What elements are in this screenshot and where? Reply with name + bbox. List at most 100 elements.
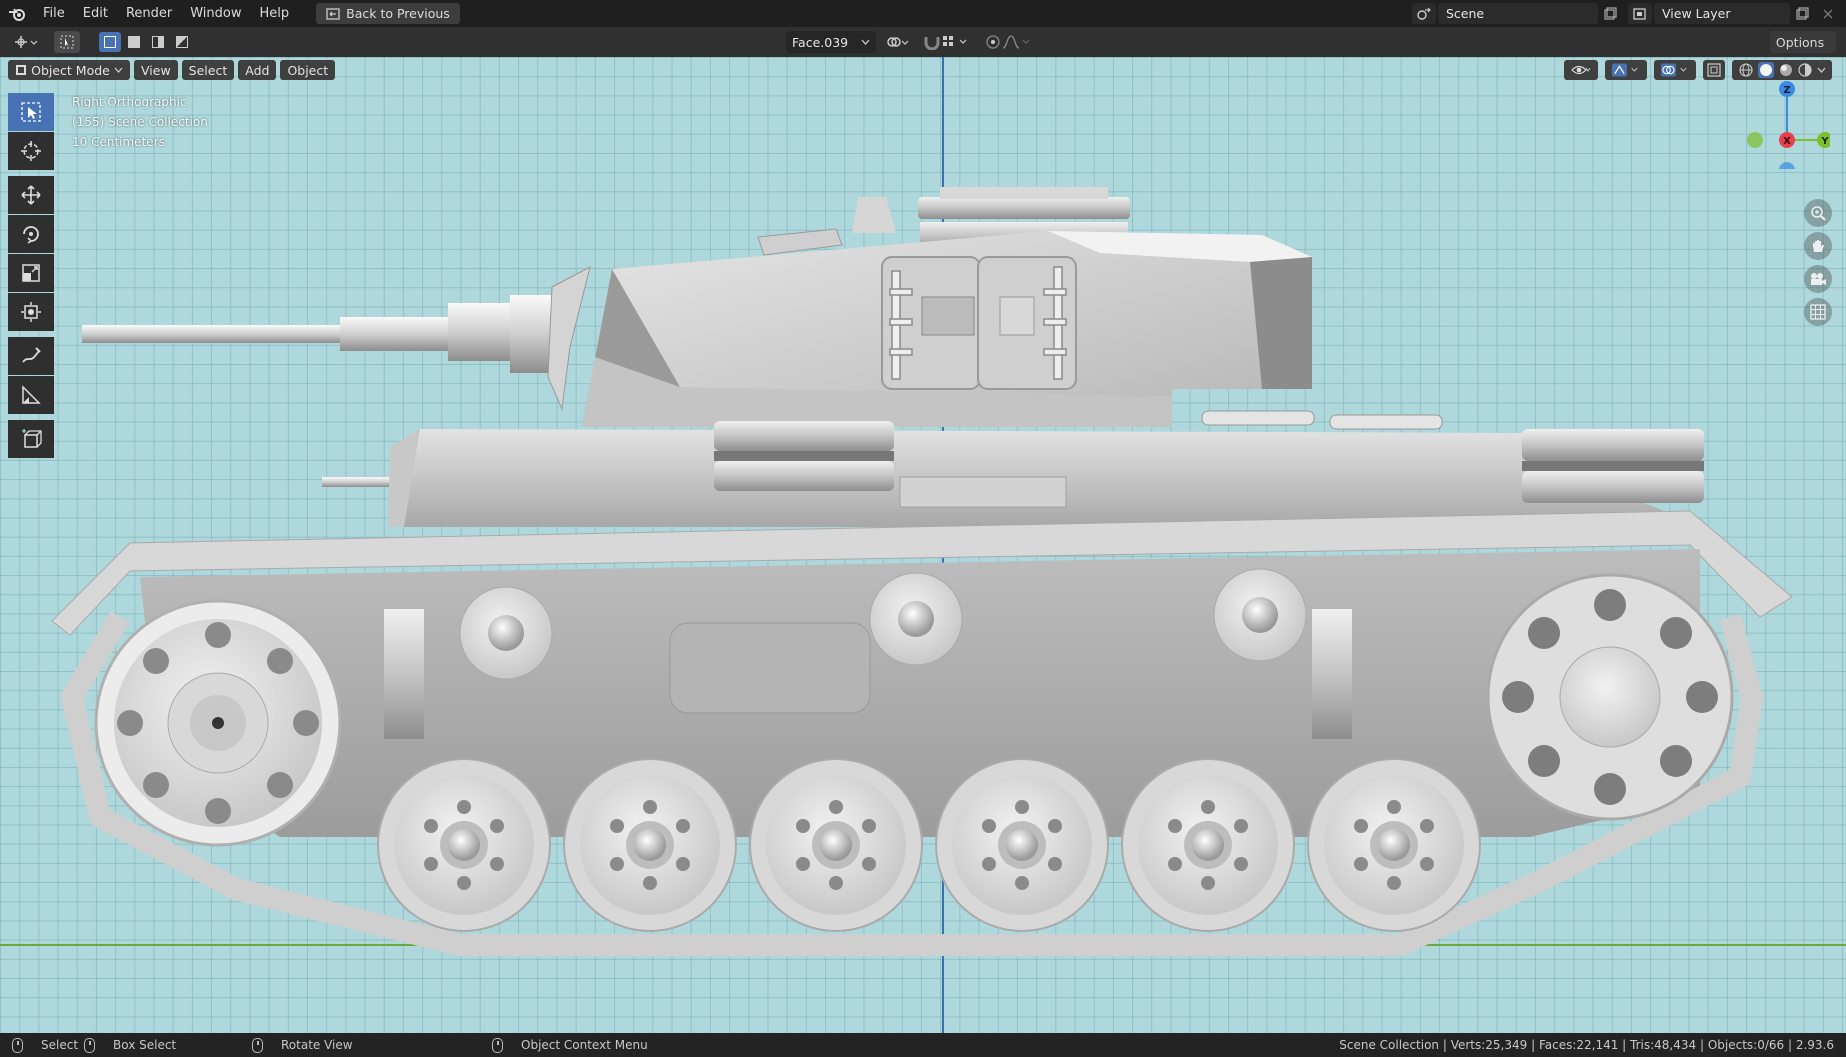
chevron-down-icon	[114, 67, 123, 73]
left-toolbar	[8, 93, 54, 459]
scene-name: Scene	[1446, 6, 1485, 21]
xray-toggle-icon[interactable]	[1703, 60, 1725, 80]
view-layer-selector: View Layer	[1628, 3, 1842, 24]
scale-tool-icon[interactable]	[8, 254, 54, 292]
new-scene-icon[interactable]	[1598, 3, 1622, 24]
proportional-editing-controls	[980, 31, 1036, 53]
transform-tool-icon[interactable]	[8, 293, 54, 331]
delete-view-layer-icon[interactable]	[1816, 3, 1840, 24]
menu-help[interactable]: Help	[251, 0, 299, 27]
road-wheel	[377, 758, 551, 932]
top-menu-bar: File Edit Render Window Help Back to Pre…	[0, 0, 1846, 27]
invert-selection-icon[interactable]	[171, 32, 193, 52]
back-to-previous-label: Back to Previous	[346, 6, 450, 21]
blender-logo-icon[interactable]	[0, 0, 34, 27]
orthographic-grid-icon[interactable]	[1804, 298, 1832, 326]
suspension-arm	[1312, 609, 1352, 739]
subtract-selection-icon[interactable]	[147, 32, 169, 52]
status-rotate-hint: Rotate View	[252, 1037, 353, 1053]
status-context-menu-label: Object Context Menu	[521, 1038, 648, 1052]
material-shading-icon[interactable]	[1779, 63, 1793, 77]
scene-selector: Scene	[1412, 3, 1650, 24]
status-context-menu-hint: Object Context Menu	[492, 1037, 648, 1053]
transform-pivot-icon[interactable]	[882, 31, 912, 53]
status-box-select-label: Box Select	[113, 1038, 177, 1052]
gizmo-y-label: Y	[1820, 136, 1829, 147]
view-layer-name-field[interactable]: View Layer	[1654, 3, 1790, 24]
mouse-middle-icon	[252, 1037, 263, 1053]
menu-view[interactable]: View	[134, 60, 178, 80]
status-select-label: Select	[41, 1038, 79, 1052]
3d-viewport[interactable]: Object Mode View Select Add Object Right…	[0, 57, 1846, 1033]
menu-object[interactable]: Object	[280, 60, 336, 80]
back-icon	[326, 7, 340, 20]
menu-add[interactable]: Add	[238, 60, 277, 80]
view-layer-browse-icon[interactable]	[1628, 3, 1652, 24]
menu-edit[interactable]: Edit	[74, 0, 117, 27]
tool-header: Face.039 Options	[0, 27, 1846, 57]
navigation-gizmo[interactable]: Z Y X	[1740, 79, 1830, 169]
rotate-tool-icon[interactable]	[8, 215, 54, 253]
overlay-toggle-icon[interactable]	[1654, 60, 1696, 80]
tank-model[interactable]	[0, 57, 1846, 1033]
falloff-curve-icon[interactable]	[1001, 34, 1031, 50]
proportional-editing-icon[interactable]	[985, 34, 1001, 50]
extend-selection-icon[interactable]	[123, 32, 145, 52]
annotate-tool-icon[interactable]	[8, 337, 54, 375]
mode-dropdown[interactable]: Object Mode	[8, 60, 130, 80]
select-tool-icon[interactable]	[54, 31, 80, 53]
new-view-layer-icon[interactable]	[1790, 3, 1814, 24]
road-wheel	[749, 758, 923, 932]
options-label: Options	[1775, 34, 1825, 50]
road-wheel	[1307, 758, 1481, 932]
scene-statistics: Scene Collection | Verts:25,349 | Faces:…	[1339, 1038, 1834, 1052]
view-name-label: Right Orthographic	[72, 95, 187, 109]
collection-label: (155) Scene Collection	[72, 115, 208, 129]
active-object-name: Face.039	[792, 34, 849, 50]
mouse-right-icon	[492, 1037, 503, 1053]
back-to-previous-button[interactable]: Back to Previous	[316, 3, 460, 24]
move-tool-icon[interactable]	[8, 176, 54, 214]
chevron-down-icon[interactable]	[1817, 67, 1826, 73]
chevron-down-icon	[861, 39, 870, 45]
road-wheel	[563, 758, 737, 932]
rendered-shading-icon[interactable]	[1797, 63, 1812, 77]
options-dropdown[interactable]: Options	[1770, 31, 1836, 53]
view-layer-name: View Layer	[1662, 6, 1731, 21]
gizmo-toggle-icon[interactable]	[1605, 60, 1647, 80]
measure-tool-icon[interactable]	[8, 376, 54, 414]
pan-hand-icon[interactable]	[1804, 232, 1832, 260]
active-object-dropdown[interactable]: Face.039	[786, 31, 876, 53]
status-bar: Select Box Select Rotate View Object Con…	[0, 1033, 1846, 1057]
road-wheel	[1121, 758, 1295, 932]
select-box-tool-icon[interactable]	[8, 93, 54, 131]
scene-name-field[interactable]: Scene	[1438, 3, 1598, 24]
grid-scale-label: 10 Centimeters	[72, 135, 165, 149]
menu-render[interactable]: Render	[117, 0, 181, 27]
viewport-shading-header	[1564, 60, 1836, 80]
cursor-tool-icon[interactable]	[8, 132, 54, 170]
menu-window[interactable]: Window	[181, 0, 250, 27]
visibility-icon[interactable]	[1564, 60, 1598, 80]
snap-increment-icon[interactable]	[941, 34, 971, 50]
add-cube-tool-icon[interactable]	[8, 420, 54, 458]
menu-select[interactable]: Select	[181, 60, 235, 80]
snap-magnet-icon[interactable]	[923, 34, 941, 50]
viewport-header: Object Mode View Select Add Object	[8, 60, 339, 80]
camera-view-icon[interactable]	[1804, 265, 1832, 293]
menu-file[interactable]: File	[34, 0, 74, 27]
scene-browse-icon[interactable]	[1412, 3, 1436, 24]
selection-mode-group	[92, 31, 200, 53]
main-gun	[82, 266, 591, 411]
set-new-selection-icon[interactable]	[99, 32, 121, 52]
solid-shading-icon[interactable]	[1757, 62, 1774, 78]
hull-access-panel	[669, 622, 871, 714]
snap-controls	[918, 31, 976, 53]
mouse-drag-icon	[84, 1037, 95, 1053]
gizmo-x-label: X	[1783, 136, 1791, 147]
road-wheel	[935, 758, 1109, 932]
editor-type-icon[interactable]	[8, 31, 44, 53]
shading-mode-group	[1732, 60, 1832, 80]
zoom-icon[interactable]	[1804, 199, 1832, 227]
wireframe-shading-icon[interactable]	[1738, 63, 1753, 77]
